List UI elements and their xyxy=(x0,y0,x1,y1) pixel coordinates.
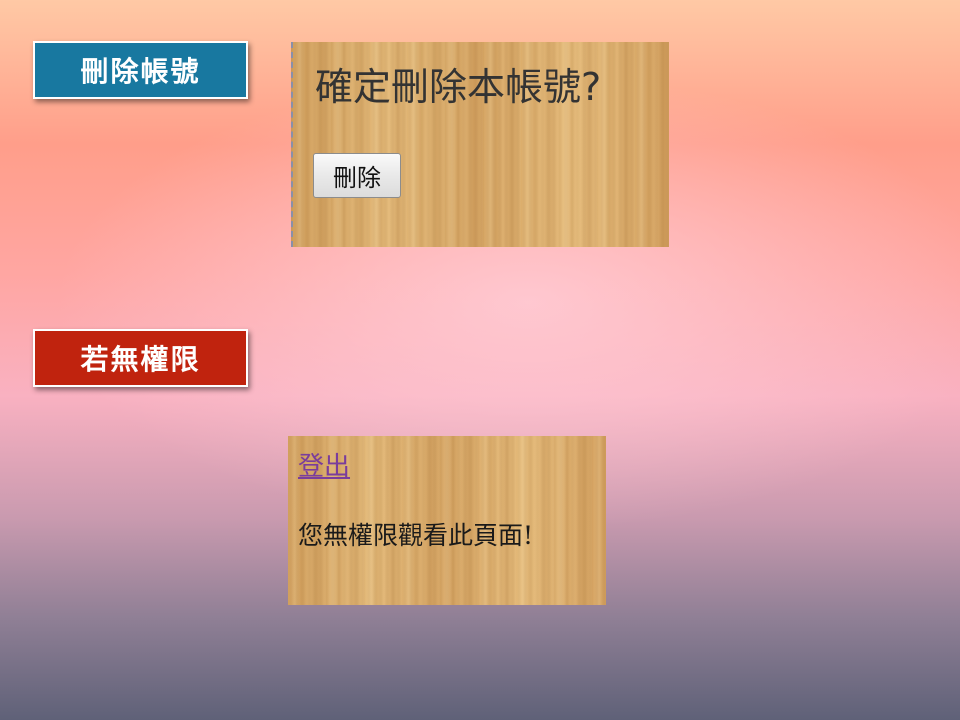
logout-link[interactable]: 登出 xyxy=(298,446,350,483)
delete-account-panel: 確定刪除本帳號? 刪除 xyxy=(291,42,669,247)
no-permission-title-badge: 若無權限 xyxy=(33,329,248,387)
delete-account-title-badge: 刪除帳號 xyxy=(33,41,248,99)
delete-button[interactable]: 刪除 xyxy=(313,153,401,198)
delete-confirm-prompt: 確定刪除本帳號? xyxy=(315,65,602,109)
no-permission-panel: 登出 您無權限觀看此頁面! xyxy=(288,436,606,605)
no-permission-message: 您無權限觀看此頁面! xyxy=(298,521,534,550)
